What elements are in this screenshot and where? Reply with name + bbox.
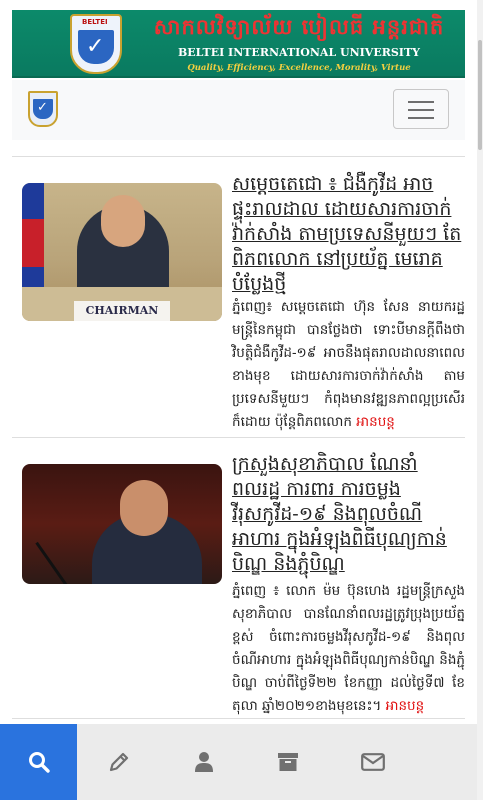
search-icon (28, 752, 50, 773)
article-card: ក្រសួងសុខាភិបាល ណែនាំពលរដ្ឋ ការពារ ការចម… (12, 452, 465, 714)
speaker-head (101, 195, 145, 247)
article-headline[interactable]: សម្តេចតេជោ ៖ ជំងឺកូវីដ អាចផ្ទុះរាលដាល ដោ… (232, 172, 464, 297)
nav-write-button[interactable] (77, 724, 162, 800)
hamburger-menu-button[interactable] (393, 89, 449, 129)
divider (12, 156, 465, 157)
beltei-logo-icon[interactable]: ✓ (28, 91, 58, 127)
university-motto: Quality, Efficiency, Excellence, Moralit… (187, 63, 411, 73)
article-image[interactable] (22, 464, 222, 584)
pencil-icon (110, 752, 129, 772)
nav-search-button[interactable] (0, 724, 77, 800)
university-name-en: BELTEI INTERNATIONAL UNIVERSITY (177, 46, 420, 59)
divider (12, 437, 465, 438)
user-icon (194, 752, 213, 772)
university-logo: BELTEI ✓ (70, 14, 122, 74)
page: BELTEI ✓ សាកលវិទ្យាល័យ បៀលធី អន្តរជាតិ B… (0, 0, 483, 800)
read-more-link[interactable]: អានបន្ត (386, 698, 425, 714)
university-name-km: សាកលវិទ្យាល័យ បៀលធី អន្តរជាតិ (153, 14, 445, 39)
article-summary: ភ្នំពេញ ៖ លោក ម៉ម ប៊ុនហេង រដ្ឋមន្ត្រីក្រ… (12, 580, 465, 718)
nav-profile-button[interactable] (162, 724, 247, 800)
logo-caption: BELTEI (82, 18, 108, 26)
article-card: CHAIRMAN សម្តេចតេជោ ៖ ជំងឺកូវីដ អាចផ្ទុះ… (12, 172, 465, 434)
article-headline[interactable]: ក្រសួងសុខាភិបាល ណែនាំពលរដ្ឋ ការពារ ការចម… (232, 452, 464, 577)
article-summary: ភ្នំពេញ៖ សម្តេចតេជោ ហ៊ុន សែន នាយករដ្ឋមន្… (12, 296, 465, 434)
brand-checkmark-icon: ✓ (37, 100, 48, 115)
article-summary-text: ភ្នំពេញ ៖ លោក ម៉ម ប៊ុនហេង រដ្ឋមន្ត្រីក្រ… (232, 583, 465, 714)
university-banner[interactable]: BELTEI ✓ សាកលវិទ្យាល័យ បៀលធី អន្តរជាតិ B… (12, 10, 465, 78)
speaker-head (120, 480, 168, 536)
article-summary-text: ភ្នំពេញ៖ សម្តេចតេជោ ហ៊ុន សែន នាយករដ្ឋមន្… (232, 299, 465, 430)
archive-icon (278, 753, 299, 771)
nav-archive-button[interactable] (246, 724, 331, 800)
microphone (35, 541, 68, 584)
read-more-link[interactable]: អានបន្ត (356, 414, 395, 430)
navbar: ✓ (12, 80, 465, 140)
hamburger-icon (408, 101, 434, 103)
hamburger-icon-bottom (408, 117, 434, 119)
envelope-icon (360, 753, 385, 771)
hamburger-icon-middle (408, 109, 434, 111)
scrollbar-thumb[interactable] (478, 40, 482, 150)
nav-contact-button[interactable] (331, 724, 416, 800)
checkmark-icon: ✓ (86, 34, 105, 59)
page-scrollbar[interactable] (477, 0, 483, 800)
divider (12, 718, 465, 719)
flag-backdrop (22, 183, 44, 303)
bottom-nav (0, 724, 483, 800)
